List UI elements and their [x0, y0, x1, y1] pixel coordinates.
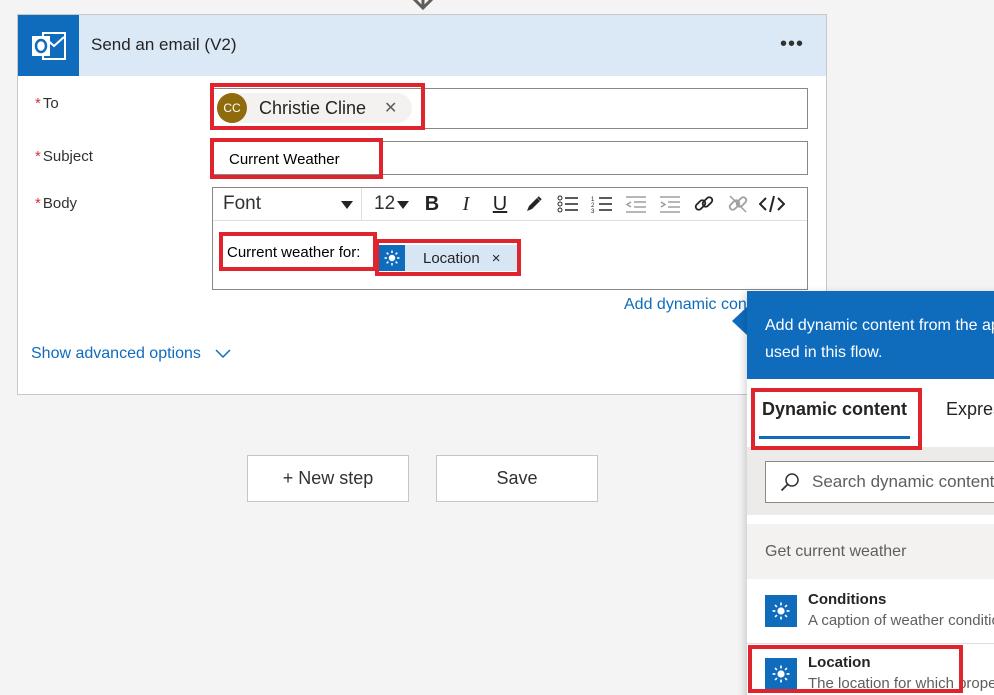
card-title: Send an email (V2) [91, 35, 237, 54]
search-area: Search dynamic content [747, 447, 994, 515]
unlink-icon [728, 195, 748, 213]
remove-token-icon[interactable]: × [492, 250, 501, 267]
insert-link-button[interactable] [687, 188, 721, 221]
chevron-down-icon [341, 200, 353, 209]
outlook-icon [18, 15, 79, 76]
chevron-down-icon [215, 349, 231, 359]
panel-pointer [732, 306, 748, 336]
connector-arrow-icon [412, 0, 434, 11]
remove-link-button[interactable] [721, 188, 755, 221]
dynamic-content-panel: Add dynamic content from the apps and co… [747, 291, 994, 695]
required-mark: * [35, 148, 41, 165]
group-title: Get current weather [765, 543, 907, 560]
required-mark: * [35, 195, 41, 212]
font-value: Font [223, 193, 262, 214]
rich-text-toolbar: Font 12 B I U 123 [213, 187, 807, 221]
body-label-text: Body [42, 195, 78, 212]
code-icon [759, 195, 785, 213]
remove-recipient-icon[interactable]: ✕ [384, 98, 397, 118]
group-header: Get current weather [747, 524, 994, 579]
underline-button[interactable]: U [483, 188, 517, 221]
outdent-icon [625, 196, 646, 213]
send-email-card: Send an email (V2) ••• * To CC Christie C… [17, 14, 827, 395]
item-name: Conditions [808, 591, 887, 608]
required-mark: * [35, 95, 41, 112]
font-size-dropdown[interactable]: 12 [361, 187, 415, 221]
show-advanced-label: Show advanced options [31, 345, 201, 362]
card-header[interactable]: Send an email (V2) ••• [18, 15, 826, 76]
avatar: CC [217, 93, 247, 123]
more-options-icon[interactable]: ••• [780, 33, 804, 56]
to-input[interactable]: CC Christie Cline ✕ [212, 88, 808, 129]
panel-header: Add dynamic content from the apps and co… [747, 291, 994, 379]
numbered-list-icon: 123 [591, 197, 612, 214]
font-dropdown[interactable]: Font [213, 188, 361, 221]
panel-description-line2: used in this flow. [765, 344, 883, 361]
location-token-label: Location [423, 249, 480, 267]
bullet-list-icon [557, 195, 578, 213]
chevron-down-icon [397, 200, 409, 209]
item-name: Location [808, 654, 871, 671]
code-view-button[interactable] [755, 188, 789, 221]
tab-expression[interactable]: Expression [946, 399, 994, 420]
panel-description-line1: Add dynamic content from the apps and co… [765, 317, 994, 334]
font-color-button[interactable] [517, 188, 551, 221]
body-text: Current weather for: [227, 244, 361, 261]
recipient-token[interactable]: CC Christie Cline ✕ [217, 93, 412, 123]
font-size-value: 12 [374, 193, 396, 214]
item-description: The location for which properties are re… [808, 675, 994, 692]
body-label: * Body [35, 195, 77, 212]
to-label: * To [35, 95, 59, 112]
decrease-indent-button[interactable] [619, 188, 653, 221]
indent-icon [660, 196, 680, 213]
panel-description: Add dynamic content from the apps and co… [765, 312, 994, 366]
increase-indent-button[interactable] [653, 188, 687, 221]
save-button[interactable]: Save [436, 455, 598, 502]
subject-value: Current Weather [229, 151, 340, 168]
bullet-list-button[interactable] [551, 188, 585, 221]
recipient-name: Christie Cline [259, 97, 367, 118]
subject-label: * Subject [35, 148, 93, 165]
weather-icon [765, 658, 797, 690]
item-description: A caption of weather conditions [808, 612, 994, 629]
to-label-text: To [42, 95, 59, 112]
location-token[interactable]: Location × [379, 245, 517, 271]
tab-dynamic-content[interactable]: Dynamic content [762, 399, 907, 420]
weather-icon [379, 245, 405, 271]
italic-button[interactable]: I [449, 188, 483, 221]
search-placeholder: Search dynamic content [812, 472, 994, 491]
new-step-button[interactable]: + New step [247, 455, 409, 502]
dynamic-item-conditions[interactable]: Conditions A caption of weather conditio… [747, 581, 994, 641]
svg-text:3: 3 [591, 209, 595, 214]
weather-icon [765, 595, 797, 627]
dynamic-item-location[interactable]: Location The location for which properti… [747, 643, 994, 695]
search-icon [780, 473, 799, 492]
bold-button[interactable]: B [415, 188, 449, 221]
pen-icon [527, 196, 542, 211]
numbered-list-button[interactable]: 123 [585, 188, 619, 221]
search-input[interactable]: Search dynamic content [765, 461, 994, 503]
body-editor[interactable]: Font 12 B I U 123 Current weather for: L… [212, 187, 808, 290]
subject-label-text: Subject [42, 148, 93, 165]
link-icon [694, 196, 714, 211]
show-advanced-options-link[interactable]: Show advanced options [31, 345, 231, 363]
tab-selected-indicator [759, 436, 910, 439]
subject-input[interactable]: Current Weather [212, 141, 808, 175]
